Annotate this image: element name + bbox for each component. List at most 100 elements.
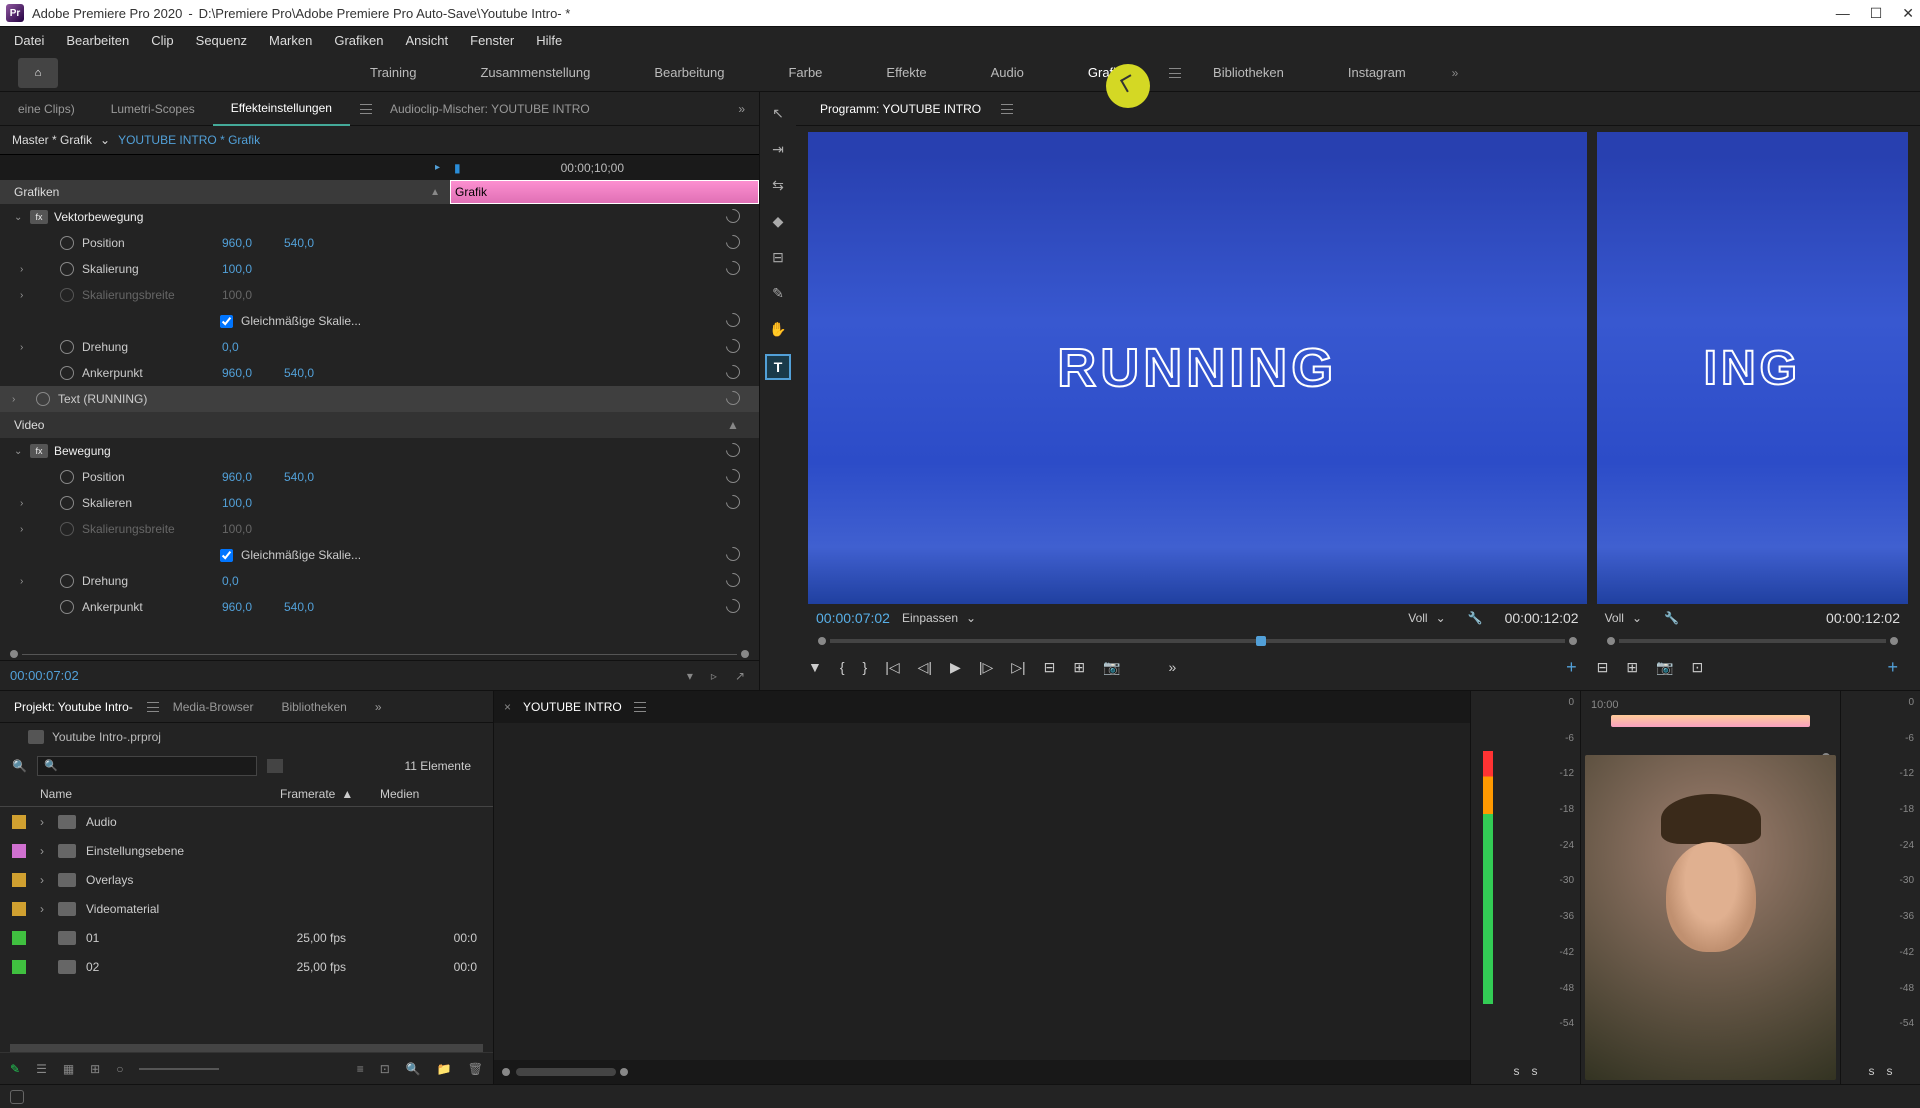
project-row[interactable]: › Videomaterial <box>0 894 493 923</box>
filter-icon[interactable]: ▾ <box>687 669 693 683</box>
menu-ansicht[interactable]: Ansicht <box>395 29 458 52</box>
home-button[interactable]: ⌂ <box>18 58 58 88</box>
ws-overflow-icon[interactable]: » <box>1452 66 1459 80</box>
chevron-right-icon[interactable]: › <box>40 873 58 887</box>
chevron-down-icon[interactable]: ⌄ <box>14 446 30 457</box>
solo-left2[interactable]: s <box>1869 1064 1875 1078</box>
step-forward-icon[interactable]: |▷ <box>979 659 993 676</box>
project-row[interactable]: › Audio <box>0 807 493 836</box>
tab-audioclip-mischer[interactable]: Audioclip-Mischer: YOUTUBE INTRO <box>372 92 608 126</box>
proj-overflow-icon[interactable]: » <box>361 700 396 714</box>
tab-effekteinstellungen[interactable]: Effekteinstellungen <box>213 92 350 126</box>
stopwatch-icon[interactable] <box>60 574 74 588</box>
chevron-right-icon[interactable]: › <box>40 902 58 916</box>
slip-tool-icon[interactable]: ⊟ <box>767 246 789 268</box>
add-marker-icon[interactable]: ▼ <box>808 659 822 675</box>
resolution-dropdown[interactable]: Voll⌄ <box>1408 611 1445 625</box>
tab-lumetri-scopes[interactable]: Lumetri-Scopes <box>93 92 213 126</box>
rot-v[interactable]: 0,0 <box>222 340 284 354</box>
reset-icon[interactable] <box>723 492 743 512</box>
maximize-icon[interactable]: ☐ <box>1870 5 1883 22</box>
reset-icon[interactable] <box>723 206 743 226</box>
pos-y[interactable]: 540,0 <box>284 236 346 250</box>
zoom-slider-icon[interactable]: ○ <box>116 1062 123 1076</box>
project-row[interactable]: 01 25,00 fps 00:0 <box>0 923 493 952</box>
tab-projekt[interactable]: Projekt: Youtube Intro- <box>0 700 147 714</box>
filter-bin-icon[interactable] <box>267 759 283 773</box>
reset-icon[interactable] <box>723 596 743 616</box>
tab-bibliotheken[interactable]: Bibliotheken <box>267 700 360 714</box>
export-frame-icon2[interactable]: 📷 <box>1656 659 1673 676</box>
wrench-icon[interactable]: 🔧 <box>1468 611 1483 625</box>
ec-cat-video[interactable]: Video <box>14 418 44 432</box>
scale-v[interactable]: 100,0 <box>222 262 284 276</box>
lift-icon2[interactable]: ⊟ <box>1597 659 1609 676</box>
freeform-view-icon[interactable]: ⊞ <box>90 1062 100 1076</box>
uniform-scale-checkbox[interactable] <box>220 315 233 328</box>
reset-icon[interactable] <box>723 362 743 382</box>
program-tab[interactable]: Programm: YOUTUBE INTRO <box>810 102 991 116</box>
timeline-menu-icon[interactable] <box>634 702 646 712</box>
stopwatch-icon[interactable] <box>60 496 74 510</box>
reset-icon[interactable] <box>723 232 743 252</box>
reset-icon[interactable] <box>723 466 743 486</box>
overflow-icon[interactable]: » <box>1169 659 1177 675</box>
col-name[interactable]: Name <box>40 787 280 801</box>
collapse-up-icon[interactable]: ▲ <box>723 418 743 432</box>
mark-in-icon[interactable]: { <box>840 659 845 675</box>
icon-view-icon[interactable]: ▦ <box>63 1062 74 1076</box>
fx-badge[interactable]: fx <box>30 444 48 458</box>
label-swatch[interactable] <box>12 931 26 945</box>
project-row[interactable]: › Overlays <box>0 865 493 894</box>
play-indicator-icon[interactable]: ▸ <box>435 162 440 173</box>
eye-icon[interactable] <box>36 392 50 406</box>
reset-icon[interactable] <box>723 258 743 278</box>
label-swatch[interactable] <box>12 873 26 887</box>
proj-menu-icon[interactable] <box>147 702 159 712</box>
ws-instagram[interactable]: Instagram <box>1316 54 1438 92</box>
reset-icon[interactable] <box>723 544 743 564</box>
chevron-right-icon[interactable]: › <box>12 394 28 405</box>
play-solo-icon[interactable]: ▹ <box>711 669 717 683</box>
menu-datei[interactable]: Datei <box>4 29 54 52</box>
ec-cat-grafiken[interactable]: Grafiken <box>14 185 59 199</box>
play-icon[interactable]: ▶ <box>950 659 961 676</box>
tab-eine-clips[interactable]: eine Clips) <box>0 92 93 126</box>
fx-badge[interactable]: fx <box>30 210 48 224</box>
ws-zusammenstellung[interactable]: Zusammenstellung <box>448 54 622 92</box>
ec-clip-bar[interactable]: Grafik <box>450 180 759 204</box>
ws-bearbeitung[interactable]: Bearbeitung <box>622 54 756 92</box>
tab-media-browser[interactable]: Media-Browser <box>159 700 268 714</box>
stopwatch-icon[interactable] <box>60 366 74 380</box>
close-tab-icon[interactable]: × <box>504 700 511 714</box>
chevron-icon[interactable]: ⌄ <box>100 133 110 147</box>
collapse-up-icon[interactable]: ▲ <box>430 187 440 198</box>
ec-mini-ruler[interactable]: ▮00:00;10;00 <box>450 161 759 175</box>
stopwatch-icon[interactable] <box>60 600 74 614</box>
prop-bewegung[interactable]: Bewegung <box>54 444 111 458</box>
reset-icon[interactable] <box>723 570 743 590</box>
chevron-right-icon[interactable]: › <box>20 576 36 587</box>
horizontal-scrollbar[interactable] <box>10 1044 483 1052</box>
label-swatch[interactable] <box>12 960 26 974</box>
list-view-icon[interactable]: ☰ <box>36 1062 47 1076</box>
ref-scrubber[interactable] <box>1597 632 1908 650</box>
anchor2-x[interactable]: 960,0 <box>222 600 284 614</box>
hand-tool-icon[interactable]: ✋ <box>767 318 789 340</box>
menu-fenster[interactable]: Fenster <box>460 29 524 52</box>
ec-clip-link[interactable]: YOUTUBE INTRO * Grafik <box>118 133 260 147</box>
label-swatch[interactable] <box>12 844 26 858</box>
reset-icon[interactable] <box>723 336 743 356</box>
anchor2-y[interactable]: 540,0 <box>284 600 346 614</box>
label-swatch[interactable] <box>12 815 26 829</box>
reset-icon[interactable] <box>723 440 743 460</box>
new-bin-icon[interactable]: 📁 <box>437 1062 452 1076</box>
ws-bibliotheken[interactable]: Bibliotheken <box>1181 54 1316 92</box>
text-layer-name[interactable]: Text (RUNNING) <box>58 392 147 406</box>
scale2-v[interactable]: 100,0 <box>222 496 284 510</box>
track-select-tool-icon[interactable]: ⇥ <box>767 138 789 160</box>
mini-clip[interactable] <box>1611 715 1810 727</box>
reference-monitor[interactable]: ING <box>1597 132 1908 604</box>
prop-vektorbewegung[interactable]: Vektorbewegung <box>54 210 143 224</box>
menu-clip[interactable]: Clip <box>141 29 183 52</box>
